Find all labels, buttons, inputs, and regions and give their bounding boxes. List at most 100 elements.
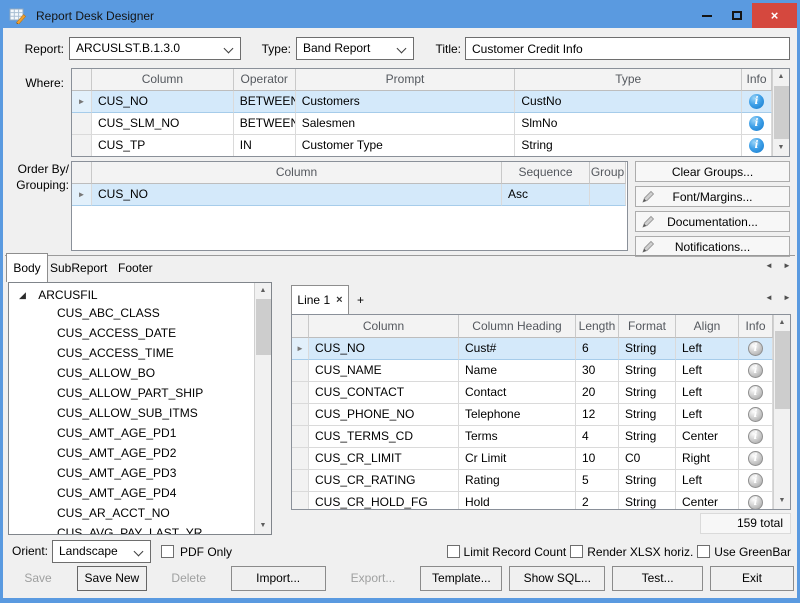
- info-icon[interactable]: i: [748, 407, 763, 422]
- cell-prompt[interactable]: Salesmen: [296, 113, 516, 135]
- cell-prompt[interactable]: Customer Type: [296, 135, 516, 157]
- tree-item[interactable]: CUS_ALLOW_BO: [9, 363, 271, 383]
- info-icon[interactable]: i: [748, 429, 763, 444]
- tree-item[interactable]: CUS_AMT_AGE_PD4: [9, 483, 271, 503]
- use-greenbar-checkbox[interactable]: [697, 545, 710, 558]
- line-grid-scrollbar[interactable]: ▲ ▼: [773, 315, 790, 509]
- cell-type[interactable]: SlmNo: [515, 113, 742, 135]
- show-sql-button[interactable]: Show SQL...: [509, 566, 605, 591]
- cell-heading[interactable]: Cust#: [459, 338, 576, 360]
- tree-item[interactable]: CUS_AMT_AGE_PD3: [9, 463, 271, 483]
- documentation-button[interactable]: Documentation...: [635, 211, 790, 232]
- titlebar[interactable]: Report Desk Designer ×: [3, 3, 797, 28]
- cell-format[interactable]: String: [619, 426, 676, 448]
- info-icon[interactable]: i: [748, 385, 763, 400]
- tree-item[interactable]: CUS_ACCESS_DATE: [9, 323, 271, 343]
- minimize-button[interactable]: [692, 3, 722, 28]
- notifications-button[interactable]: Notifications...: [635, 236, 790, 257]
- save-new-button[interactable]: Save New: [77, 566, 147, 591]
- orient-select[interactable]: Landscape: [52, 540, 151, 563]
- detail-row[interactable]: ► CUS_NO Cust# 6 String Left i: [292, 338, 773, 360]
- cell-align[interactable]: Left: [676, 404, 739, 426]
- cell-align[interactable]: Right: [676, 448, 739, 470]
- info-icon[interactable]: i: [749, 94, 764, 109]
- tab-footer[interactable]: Footer: [112, 255, 159, 281]
- info-icon[interactable]: i: [748, 495, 763, 510]
- scroll-down-icon[interactable]: ▼: [255, 518, 271, 534]
- cell-align[interactable]: Center: [676, 492, 739, 510]
- scrollbar-thumb[interactable]: [775, 331, 790, 409]
- cell-heading[interactable]: Terms: [459, 426, 576, 448]
- cell-type[interactable]: CustNo: [515, 91, 742, 113]
- cell-operator[interactable]: IN: [234, 135, 296, 157]
- cell-column[interactable]: CUS_SLM_NO: [92, 113, 234, 135]
- detail-row[interactable]: CUS_CONTACT Contact 20 String Left i: [292, 382, 773, 404]
- pdf-only-checkbox[interactable]: [161, 545, 174, 558]
- line-tab-scroll-left-icon[interactable]: ◄: [765, 293, 773, 302]
- tree-root[interactable]: ◢ ARCUSFIL: [9, 283, 271, 303]
- tree-scrollbar[interactable]: ▲ ▼: [254, 283, 271, 534]
- cell-heading[interactable]: Hold: [459, 492, 576, 510]
- tab-subreport[interactable]: SubReport: [44, 255, 113, 281]
- cell-column[interactable]: CUS_NO: [92, 91, 234, 113]
- font-margins-button[interactable]: Font/Margins...: [635, 186, 790, 207]
- cell-format[interactable]: String: [619, 404, 676, 426]
- cell-column[interactable]: CUS_CR_HOLD_FG: [309, 492, 459, 510]
- cell-group[interactable]: [590, 184, 626, 206]
- info-icon[interactable]: i: [749, 116, 764, 131]
- cell-align[interactable]: Left: [676, 382, 739, 404]
- tree-item[interactable]: CUS_AR_ACCT_NO: [9, 503, 271, 523]
- cell-format[interactable]: String: [619, 360, 676, 382]
- cell-format[interactable]: String: [619, 382, 676, 404]
- cell-operator[interactable]: BETWEEN: [234, 113, 296, 135]
- cell-align[interactable]: Left: [676, 338, 739, 360]
- detail-row[interactable]: CUS_TERMS_CD Terms 4 String Center i: [292, 426, 773, 448]
- cell-column[interactable]: CUS_TERMS_CD: [309, 426, 459, 448]
- tree-item[interactable]: CUS_AMT_AGE_PD1: [9, 423, 271, 443]
- scroll-down-icon[interactable]: ▼: [774, 493, 790, 509]
- import-button[interactable]: Import...: [231, 566, 326, 591]
- render-xlsx-checkbox[interactable]: [570, 545, 583, 558]
- tab-line-1[interactable]: Line 1 ×: [291, 285, 349, 314]
- cell-heading[interactable]: Contact: [459, 382, 576, 404]
- cell-column[interactable]: CUS_PHONE_NO: [309, 404, 459, 426]
- scroll-up-icon[interactable]: ▲: [255, 283, 271, 299]
- cell-format[interactable]: String: [619, 470, 676, 492]
- report-select[interactable]: ARCUSLST.B.1.3.0: [69, 37, 241, 60]
- clear-groups-button[interactable]: Clear Groups...: [635, 161, 790, 182]
- title-input[interactable]: [465, 37, 790, 60]
- tab-scroll-left-icon[interactable]: ◄: [765, 261, 773, 270]
- scroll-up-icon[interactable]: ▲: [774, 315, 790, 331]
- cell-column[interactable]: CUS_CONTACT: [309, 382, 459, 404]
- cell-heading[interactable]: Cr Limit: [459, 448, 576, 470]
- cell-length[interactable]: 5: [576, 470, 619, 492]
- tree-item[interactable]: CUS_ABC_CLASS: [9, 303, 271, 323]
- cell-sequence[interactable]: Asc: [502, 184, 590, 206]
- cell-format[interactable]: String: [619, 492, 676, 510]
- type-select[interactable]: Band Report: [296, 37, 414, 60]
- scroll-down-icon[interactable]: ▼: [773, 140, 789, 156]
- close-tab-icon[interactable]: ×: [336, 294, 342, 306]
- cell-length[interactable]: 20: [576, 382, 619, 404]
- cell-heading[interactable]: Name: [459, 360, 576, 382]
- info-icon[interactable]: i: [748, 341, 763, 356]
- cell-format[interactable]: String: [619, 338, 676, 360]
- maximize-button[interactable]: [722, 3, 752, 28]
- where-row[interactable]: CUS_SLM_NO BETWEEN Salesmen SlmNo i: [72, 113, 772, 135]
- info-icon[interactable]: i: [748, 363, 763, 378]
- tree-root-label[interactable]: ARCUSFIL: [38, 288, 97, 302]
- cell-length[interactable]: 12: [576, 404, 619, 426]
- where-row[interactable]: ► CUS_NO BETWEEN Customers CustNo i: [72, 91, 772, 113]
- close-button[interactable]: ×: [752, 3, 797, 28]
- tree-item[interactable]: CUS_AVG_PAY_LAST_YR: [9, 523, 271, 535]
- cell-length[interactable]: 4: [576, 426, 619, 448]
- cell-column[interactable]: CUS_NO: [309, 338, 459, 360]
- tree-item[interactable]: CUS_ALLOW_SUB_ITMS: [9, 403, 271, 423]
- scrollbar-thumb[interactable]: [774, 86, 789, 139]
- scrollbar-thumb[interactable]: [256, 299, 271, 355]
- order-by-row[interactable]: ► CUS_NO Asc: [72, 184, 627, 206]
- test-button[interactable]: Test...: [612, 566, 703, 591]
- info-icon[interactable]: i: [749, 138, 764, 153]
- cell-length[interactable]: 10: [576, 448, 619, 470]
- where-grid-scrollbar[interactable]: ▲ ▼: [772, 69, 789, 156]
